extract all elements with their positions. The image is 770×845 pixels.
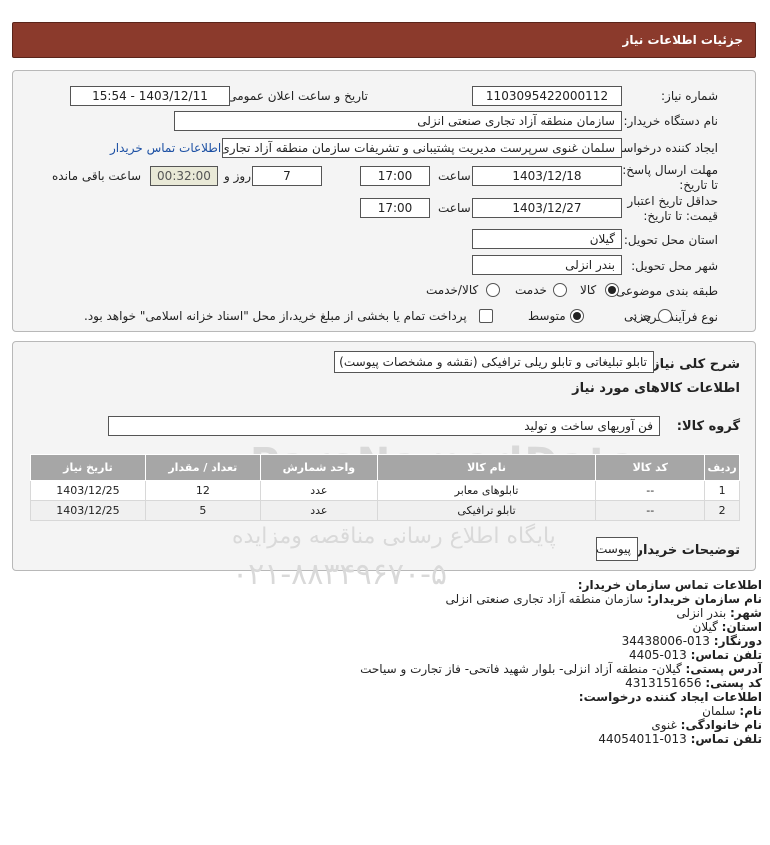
- validity-time-field: 17:00: [360, 198, 430, 218]
- goods-table-header: ردیف کد کالا نام کالا واحد شمارش تعداد /…: [30, 454, 740, 481]
- creator-first-name: نام: سلمان: [702, 704, 762, 718]
- buyer-notes-attachment[interactable]: پیوست: [596, 537, 638, 561]
- category-label: طبقه بندی موضوعی:: [611, 284, 718, 298]
- goods-group-label: گروه کالا:: [676, 419, 740, 434]
- item-unit: عدد: [259, 480, 378, 501]
- contact-postal-code: کد پستی: 4313151656: [625, 676, 762, 690]
- contact-fax: دورنگار: 013-34438006: [621, 634, 762, 648]
- description-label: شرح کلی نیاز:: [646, 357, 740, 372]
- row-number: 2: [704, 500, 740, 521]
- description-field: تابلو تبلیغاتی و تابلو ریلی ترافیکی (نقش…: [334, 351, 654, 373]
- col-row-header: ردیف: [704, 454, 740, 481]
- deadline-label: مهلت ارسال پاسخ: تا تاریخ:: [622, 163, 718, 192]
- col-qty-header: تعداد / مقدار: [144, 454, 261, 481]
- deadline-date-field: 1403/12/18: [472, 166, 622, 186]
- category-radio-goods[interactable]: [605, 283, 619, 297]
- province-label: استان محل تحویل:: [623, 233, 718, 247]
- process-radio-medium[interactable]: [570, 309, 584, 323]
- contact-city: شهر: بندر انزلی: [676, 606, 762, 620]
- creator-info-title: اطلاعات ایجاد کننده درخواست:: [578, 690, 762, 704]
- category-radio-service[interactable]: [553, 283, 567, 297]
- process-medium-label: متوسط: [528, 309, 566, 323]
- creator-label: ایجاد کننده درخواست:: [607, 141, 718, 155]
- contact-title: اطلاعات تماس سازمان خریدار:: [577, 578, 762, 592]
- goods-group-field: فن آوریهای ساخت و تولید: [108, 416, 660, 436]
- item-code: --: [595, 480, 706, 501]
- row-number: 1: [704, 480, 740, 501]
- contact-buyer-name: نام سازمان خریدار: سازمان منطقه آزاد تجا…: [445, 592, 762, 606]
- item-quantity: 12: [144, 480, 261, 501]
- item-name: تابلو ترافیکی: [376, 500, 597, 521]
- days-label: روز و: [224, 169, 251, 183]
- contact-phone: تلفن تماس: 013-4405: [628, 648, 762, 662]
- days-field: 7: [252, 166, 322, 186]
- creator-last-name: نام خانوادگی: غنوی: [651, 718, 762, 732]
- goods-table: ردیف کد کالا نام کالا واحد شمارش تعداد /…: [30, 454, 740, 521]
- province-field: گیلان: [472, 229, 622, 249]
- category-service-label: خدمت: [515, 283, 547, 297]
- buyer-org-field: سازمان منطقه آزاد تجاری صنعتی انزلی: [174, 111, 622, 131]
- announce-field: 1403/12/11 - 15:54: [70, 86, 230, 106]
- col-name-header: نام کالا: [376, 454, 597, 481]
- buyer-org-label: نام دستگاه خریدار:: [623, 114, 719, 128]
- process-minor-label: جزیی: [624, 309, 652, 323]
- creator-field: سلمان غنوی سرپرست مدیریت پشتیبانی و تشری…: [222, 138, 622, 158]
- remaining-time-field: 00:32:00: [150, 166, 218, 186]
- validity-time-label: ساعت: [438, 201, 471, 215]
- col-code-header: کد کالا: [595, 454, 706, 481]
- item-quantity: 5: [144, 500, 261, 521]
- item-need-date: 1403/12/25: [30, 500, 146, 521]
- creator-phone: تلفن تماس: 013-44054011: [598, 732, 762, 746]
- buyer-notes-label: توضیحات خریدار:: [630, 543, 740, 558]
- city-field: بندر انزلی: [472, 255, 622, 275]
- item-unit: عدد: [259, 500, 378, 521]
- page-header: جزئیات اطلاعات نیاز: [12, 22, 756, 58]
- remaining-label: ساعت باقی مانده: [52, 169, 142, 183]
- category-goods-service-label: کالا/خدمت: [426, 283, 479, 297]
- contact-province: استان: گیلان: [692, 620, 763, 634]
- validity-date-field: 1403/12/27: [472, 198, 622, 218]
- item-need-date: 1403/12/25: [30, 480, 146, 501]
- announce-label: تاریخ و ساعت اعلان عمومی:: [223, 89, 368, 103]
- col-date-header: تاریخ نیاز: [30, 454, 146, 481]
- city-label: شهر محل تحویل:: [631, 259, 718, 273]
- payment-note: پرداخت تمام یا بخشی از مبلغ خرید،از محل …: [84, 309, 467, 323]
- process-radio-minor[interactable]: [658, 309, 672, 323]
- validity-label: حداقل تاریخ اعتبار قیمت: تا تاریخ:: [627, 194, 718, 223]
- treasury-checkbox[interactable]: [479, 309, 493, 323]
- category-goods-label: کالا: [580, 283, 597, 297]
- col-unit-header: واحد شمارش: [259, 454, 378, 481]
- item-name: تابلوهای معابر: [376, 480, 597, 501]
- table-row: 1 -- تابلوهای معابر عدد 12 1403/12/25: [30, 480, 740, 501]
- goods-section-title: اطلاعات کالاهای مورد نیاز: [572, 381, 740, 396]
- deadline-time-label: ساعت: [438, 169, 471, 183]
- buyer-contact-link[interactable]: اطلاعات تماس خریدار: [110, 141, 221, 155]
- item-code: --: [595, 500, 706, 521]
- contact-address: آدرس پستی: گیلان- منطقه آزاد انزلی- بلوا…: [360, 662, 762, 676]
- need-number-field: 1103095422000112: [472, 86, 622, 106]
- category-radio-goods-service[interactable]: [486, 283, 500, 297]
- table-row: 2 -- تابلو ترافیکی عدد 5 1403/12/25: [30, 500, 740, 521]
- need-number-label: شماره نیاز:: [661, 89, 718, 103]
- deadline-time-field: 17:00: [360, 166, 430, 186]
